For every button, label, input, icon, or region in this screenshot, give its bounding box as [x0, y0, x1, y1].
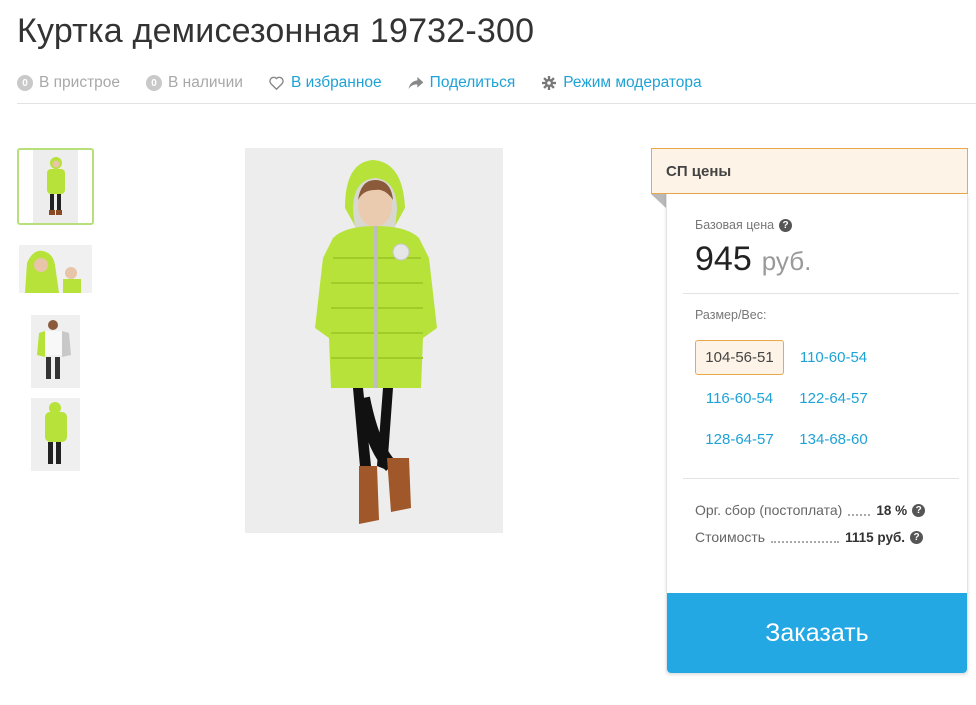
- share-label: Поделиться: [429, 74, 516, 91]
- org-fee-row: Орг. сбор (постоплата) 18 % ?: [695, 502, 926, 518]
- moderator-mode-link[interactable]: Режим модератора: [541, 74, 702, 92]
- panel-body: Базовая цена ? 945 руб. Размер/Вес: 104-…: [666, 194, 968, 674]
- panel-divider: [683, 293, 959, 294]
- dotted-leader: [771, 541, 840, 543]
- product-title: Куртка демисезонная 19732-300: [17, 12, 535, 50]
- size-option[interactable]: 134-68-60: [789, 422, 878, 457]
- size-label: Размер/Вес:: [695, 308, 767, 322]
- question-icon[interactable]: ?: [779, 218, 793, 232]
- thumbnail-open-jacket[interactable]: [17, 315, 94, 388]
- moderator-mode-label: Режим модератора: [563, 74, 702, 91]
- size-option[interactable]: 110-60-54: [789, 340, 878, 375]
- price-panel: СП цены Базовая цена ? 945 руб. Размер/В…: [651, 148, 968, 674]
- panel-header: СП цены: [651, 148, 968, 194]
- size-option[interactable]: 122-64-57: [789, 381, 878, 416]
- size-options: 104-56-51 110-60-54 116-60-54 122-64-57 128-…: [695, 340, 878, 457]
- base-price-label: Базовая цена: [695, 218, 775, 232]
- cost-row: Стоимость 1115 руб. ?: [695, 529, 924, 545]
- panel-fold-decoration: [651, 194, 666, 208]
- add-to-favorites-link[interactable]: В избранное: [269, 74, 382, 92]
- share-link[interactable]: Поделиться: [408, 74, 516, 92]
- pristroy-count-badge: 0: [17, 75, 33, 91]
- cost-value: 1115 руб.: [845, 529, 906, 545]
- base-price-value: 945: [695, 240, 752, 278]
- dotted-leader: [848, 514, 871, 516]
- favorites-label: В избранное: [290, 74, 382, 91]
- size-option[interactable]: 116-60-54: [695, 381, 784, 416]
- heart-icon: [269, 75, 285, 91]
- in-stock-link[interactable]: 0 В наличии: [146, 74, 243, 92]
- question-icon[interactable]: ?: [912, 503, 926, 517]
- in-stock-label: В наличии: [168, 74, 243, 91]
- product-actions-bar: 0 В пристрое 0 В наличии В избранное Под…: [17, 72, 728, 94]
- panel-divider: [683, 478, 959, 479]
- gear-icon: [541, 75, 557, 91]
- size-option[interactable]: 128-64-57: [695, 422, 784, 457]
- base-price-currency: руб.: [761, 246, 812, 276]
- thumbnail-closeup[interactable]: [19, 245, 96, 293]
- cost-label: Стоимость: [695, 529, 766, 545]
- thumbnail-list: [17, 148, 94, 471]
- org-fee-label: Орг. сбор (постоплата): [695, 502, 843, 518]
- order-button[interactable]: Заказать: [667, 593, 967, 673]
- thumbnail-front[interactable]: [17, 148, 94, 225]
- question-icon[interactable]: ?: [910, 530, 924, 544]
- in-stock-count-badge: 0: [146, 75, 163, 91]
- thumbnail-side[interactable]: [17, 398, 94, 471]
- pristroy-label: В пристрое: [39, 74, 121, 91]
- header-divider: [17, 103, 976, 104]
- share-arrow-icon: [408, 75, 424, 91]
- pristroy-link[interactable]: 0 В пристрое: [17, 74, 120, 92]
- org-fee-value: 18 %: [876, 502, 908, 518]
- size-option[interactable]: 104-56-51: [695, 340, 784, 375]
- base-price-label-row: Базовая цена ?: [695, 218, 793, 232]
- base-price: 945 руб.: [695, 240, 811, 279]
- main-product-photo[interactable]: [245, 148, 503, 533]
